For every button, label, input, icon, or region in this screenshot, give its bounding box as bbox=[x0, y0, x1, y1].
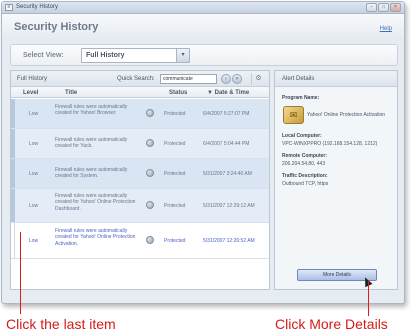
security-history-window: ≡ Security History – □ × Security Histor… bbox=[1, 1, 405, 304]
local-computer-value: VPC-WINXPPRO (192.168.154.128, 1212) bbox=[282, 141, 378, 147]
column-header-title[interactable]: Title bbox=[65, 90, 77, 96]
row-level: Low bbox=[29, 171, 39, 177]
search-go-icon[interactable]: › bbox=[221, 74, 231, 84]
table-row[interactable]: Low Firewall rules were automatically cr… bbox=[11, 189, 269, 223]
program-name-label: Program Name: bbox=[282, 95, 320, 101]
info-icon[interactable] bbox=[146, 109, 154, 117]
row-status: Protected bbox=[164, 238, 186, 244]
history-column-headers: Level Title Status ▼ Date & Time bbox=[11, 87, 269, 98]
table-row[interactable]: Low Firewall rules were automatically cr… bbox=[11, 129, 269, 159]
chevron-down-icon[interactable]: ▾ bbox=[176, 49, 189, 62]
quick-search-input[interactable]: communicate bbox=[160, 74, 217, 84]
page-title: Security History bbox=[14, 21, 99, 33]
traffic-description-value: Outbound TCP, https bbox=[282, 181, 329, 187]
options-icon[interactable]: ⚙ bbox=[251, 73, 265, 85]
select-view-label: Select View: bbox=[23, 52, 64, 59]
row-title: Firewall rules were automatically create… bbox=[55, 228, 136, 247]
close-button[interactable]: × bbox=[390, 3, 401, 12]
row-marker bbox=[11, 189, 15, 222]
history-panel-title: Full History bbox=[17, 76, 48, 82]
page-header: Security History Help bbox=[2, 14, 404, 40]
view-dropdown[interactable]: Full History ▾ bbox=[81, 48, 190, 63]
row-marker bbox=[11, 99, 15, 128]
quick-search-label: Quick Search: bbox=[117, 76, 155, 82]
system-menu-icon[interactable]: ≡ bbox=[5, 4, 13, 11]
row-level: Low bbox=[29, 141, 39, 147]
callout-line-left bbox=[20, 232, 21, 314]
row-marker bbox=[11, 223, 15, 258]
remote-computer-label: Remote Computer: bbox=[282, 153, 328, 159]
row-marker bbox=[11, 129, 15, 158]
minimize-button[interactable]: – bbox=[366, 3, 377, 12]
restore-button[interactable]: □ bbox=[378, 3, 389, 12]
row-date: 5/31/2007 12:29:12 AM bbox=[203, 203, 255, 209]
row-marker bbox=[11, 159, 15, 188]
column-header-level[interactable]: Level bbox=[23, 90, 38, 96]
row-date: 5/31/2007 3:24:40 AM bbox=[203, 171, 252, 177]
search-clear-icon[interactable]: × bbox=[232, 74, 242, 84]
title-bar: ≡ Security History – □ × bbox=[2, 2, 404, 14]
row-status: Protected bbox=[164, 141, 186, 147]
history-panel-header: Full History Quick Search: communicate ›… bbox=[11, 71, 269, 87]
column-header-status[interactable]: Status bbox=[169, 90, 187, 96]
program-name-value: Yahoo! Online Protection Activation bbox=[307, 112, 386, 118]
row-status: Protected bbox=[164, 203, 186, 209]
remote-computer-value: 206.204.54.80, 443 bbox=[282, 161, 326, 167]
table-row-selected[interactable]: Low Firewall rules were automatically cr… bbox=[11, 223, 269, 259]
info-icon[interactable] bbox=[146, 201, 154, 209]
alert-details-title: Alert Details bbox=[282, 76, 315, 82]
help-link[interactable]: Help bbox=[380, 26, 392, 32]
view-selected-value: Full History bbox=[86, 52, 125, 59]
info-icon[interactable] bbox=[146, 236, 154, 244]
traffic-description-label: Traffic Description: bbox=[282, 173, 328, 179]
row-date: 6/4/2007 5:04:44 PM bbox=[203, 141, 250, 147]
window-controls: – □ × bbox=[366, 3, 401, 12]
row-level: Low bbox=[29, 203, 39, 209]
callout-line-right bbox=[368, 280, 369, 316]
history-rows: Low Firewall rules were automatically cr… bbox=[11, 99, 269, 289]
info-icon[interactable] bbox=[146, 169, 154, 177]
alert-details-header: Alert Details bbox=[275, 71, 397, 87]
row-date: 5/31/2007 12:26:52 AM bbox=[203, 238, 255, 244]
row-status: Protected bbox=[164, 111, 186, 117]
table-row[interactable]: Low Firewall rules were automatically cr… bbox=[11, 99, 269, 129]
callout-click-more-details: Click More Details bbox=[275, 316, 388, 332]
table-row[interactable]: Low Firewall rules were automatically cr… bbox=[11, 159, 269, 189]
row-title: Firewall rules were automatically create… bbox=[55, 137, 128, 150]
row-level: Low bbox=[29, 238, 39, 244]
callout-click-last-item: Click the last item bbox=[6, 316, 116, 332]
window-title: Security History bbox=[16, 4, 59, 10]
program-icon: ✉ bbox=[283, 106, 304, 124]
row-level: Low bbox=[29, 111, 39, 117]
info-icon[interactable] bbox=[146, 139, 154, 147]
row-title: Firewall rules were automatically create… bbox=[55, 167, 128, 180]
column-header-date[interactable]: ▼ Date & Time bbox=[207, 90, 249, 96]
row-date: 6/4/2007 5:27:07 PM bbox=[203, 111, 250, 117]
row-status: Protected bbox=[164, 171, 186, 177]
history-panel: Full History Quick Search: communicate ›… bbox=[10, 70, 270, 290]
view-selector-bar: Select View: Full History ▾ bbox=[10, 44, 398, 66]
alert-details-body: Program Name: ✉ Yahoo! Online Protection… bbox=[275, 87, 397, 289]
local-computer-label: Local Computer: bbox=[282, 133, 322, 139]
alert-details-panel: Alert Details Program Name: ✉ Yahoo! Onl… bbox=[274, 70, 398, 290]
row-title: Firewall rules were automatically create… bbox=[55, 104, 128, 117]
row-title: Firewall rules were automatically create… bbox=[55, 193, 136, 212]
